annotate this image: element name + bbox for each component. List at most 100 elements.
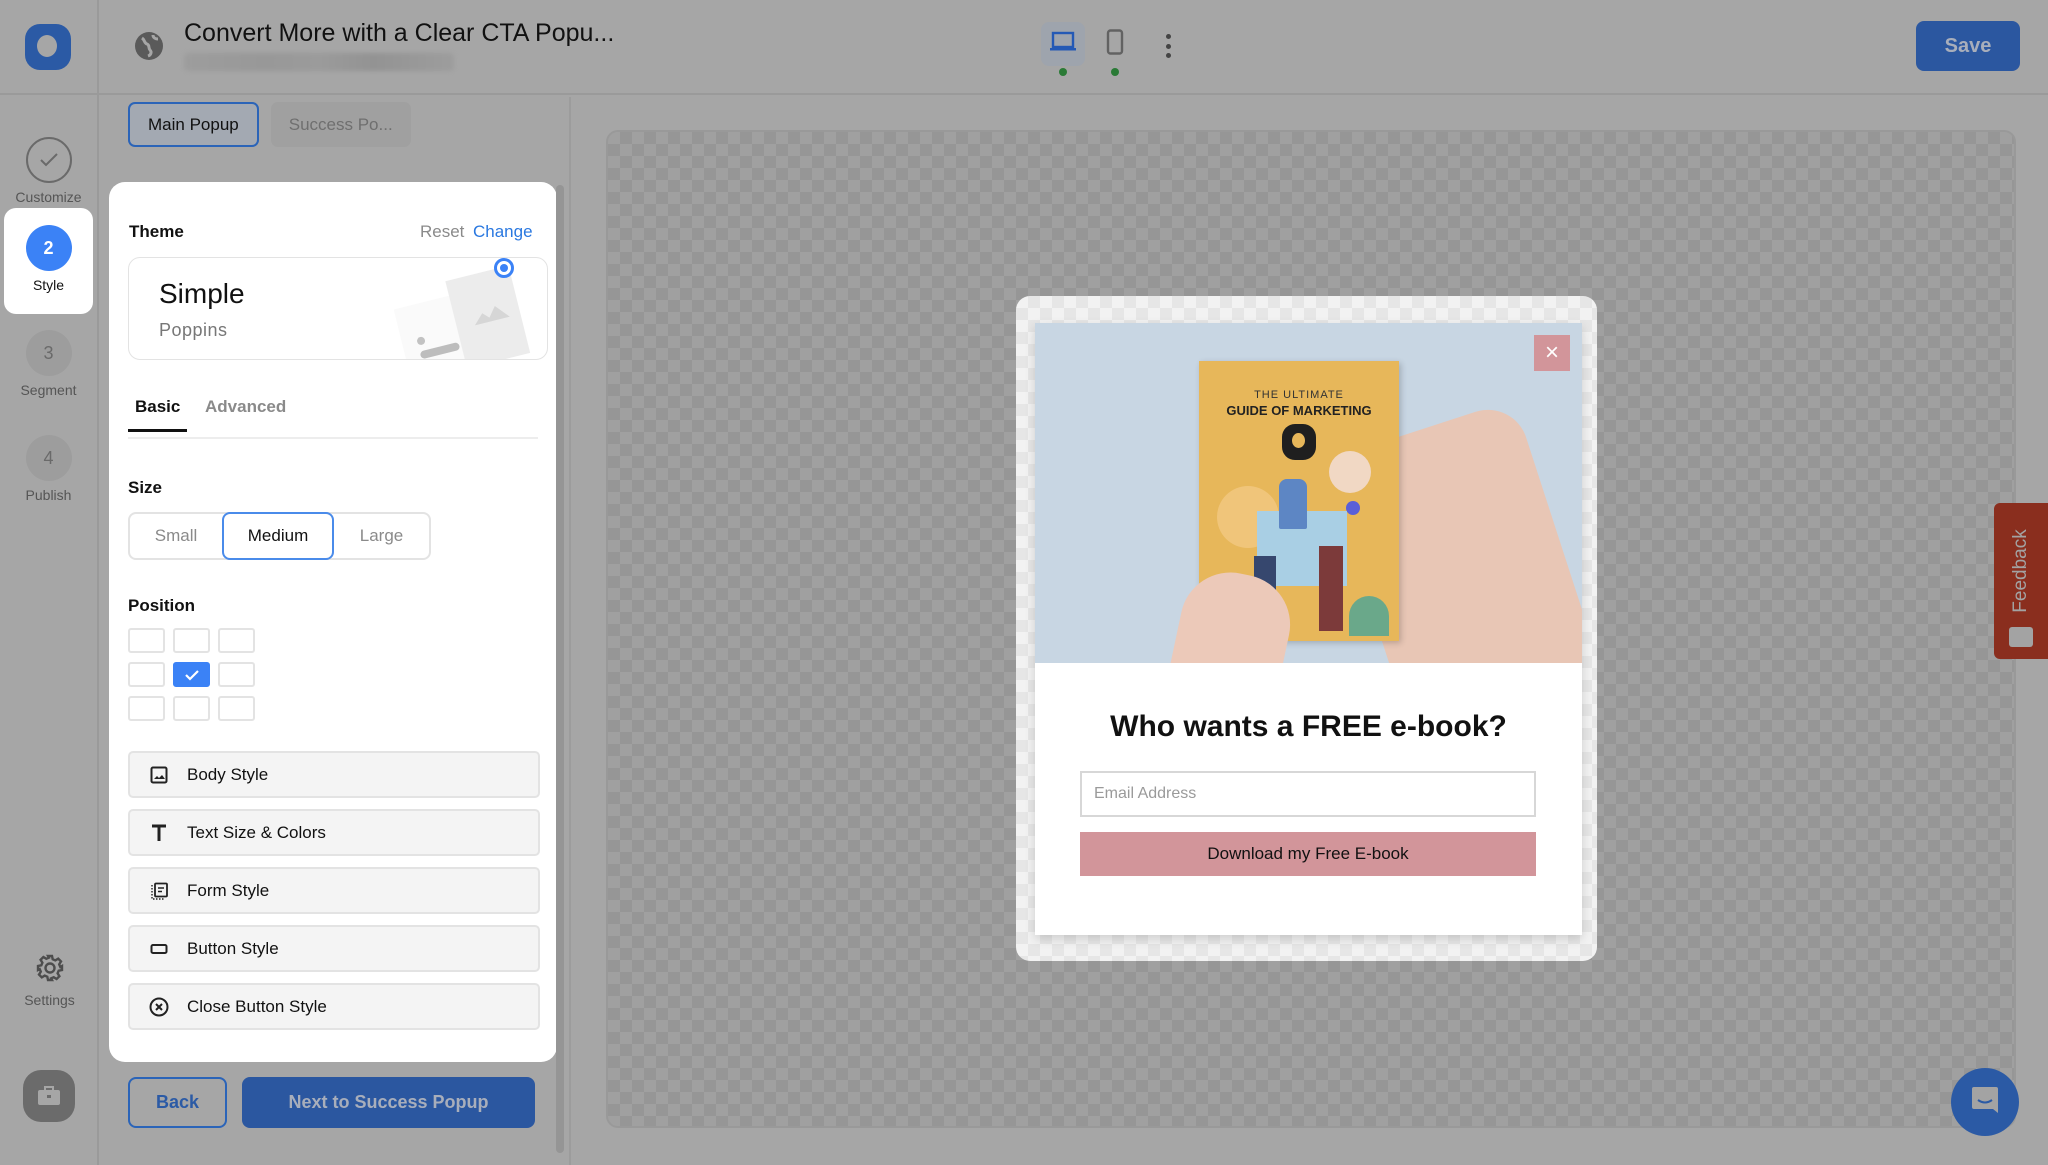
position-middle-right[interactable] — [218, 662, 255, 687]
theme-name: Simple — [159, 278, 245, 309]
theme-label: Theme — [129, 222, 184, 241]
briefcase-icon[interactable] — [23, 1070, 75, 1122]
save-button[interactable]: Save — [1916, 21, 2020, 71]
button-icon — [148, 938, 170, 960]
book-art — [1346, 501, 1360, 515]
app-logo[interactable] — [25, 24, 71, 70]
book-subtitle: THE ULTIMATE — [1254, 389, 1344, 401]
email-input[interactable] — [1080, 771, 1536, 817]
accordion-label: Text Size & Colors — [187, 822, 326, 842]
settings-button[interactable]: Settings — [0, 953, 99, 1008]
reset-link[interactable]: Reset — [420, 222, 464, 242]
theme-card[interactable]: Simple Poppins — [128, 257, 548, 360]
theme-thumbnail — [393, 265, 534, 359]
position-bottom-left[interactable] — [128, 696, 165, 721]
tab-main-popup[interactable]: Main Popup — [128, 102, 259, 147]
phone-icon — [1106, 28, 1124, 60]
back-button[interactable]: Back — [128, 1077, 227, 1128]
position-top-left[interactable] — [128, 628, 165, 653]
accordion-button-style[interactable]: Button Style — [128, 925, 540, 972]
feedback-label: Feedback — [2010, 529, 2031, 613]
globe-icon — [133, 30, 165, 62]
accordion-text-size-colors[interactable]: Text Size & Colors — [128, 809, 540, 856]
panel-scrollbar[interactable] — [556, 185, 564, 1153]
step-number: 2 — [25, 225, 72, 271]
accordion-label: Close Button Style — [187, 996, 327, 1016]
accordion-close-button-style[interactable]: Close Button Style — [128, 983, 540, 1030]
position-bottom-right[interactable] — [218, 696, 255, 721]
step-label: Segment — [20, 382, 77, 398]
position-label: Position — [128, 596, 196, 615]
check-icon — [25, 137, 72, 183]
accordion-form-style[interactable]: Form Style — [128, 867, 540, 914]
hero-image: THE ULTIMATE GUIDE OF MARKETING × — [1035, 323, 1582, 663]
book-art — [1349, 596, 1389, 636]
step-label: Publish — [25, 487, 72, 503]
chat-icon — [1969, 1084, 2001, 1121]
popup-preview: THE ULTIMATE GUIDE OF MARKETING × Who wa… — [1035, 323, 1582, 935]
desktop-view-button[interactable] — [1041, 22, 1085, 76]
step-publish[interactable]: 4 Publish — [4, 418, 93, 524]
size-selector: Small Medium Large — [128, 512, 431, 560]
popup-close-button[interactable]: × — [1534, 335, 1570, 371]
book-title: GUIDE OF MARKETING — [1226, 403, 1372, 418]
accordion-body-style[interactable]: Body Style — [128, 751, 540, 798]
style-card: Theme Reset Change Simple Poppins Basic … — [109, 182, 557, 1062]
position-middle-left[interactable] — [128, 662, 165, 687]
size-small[interactable]: Small — [130, 512, 222, 560]
close-circle-icon — [148, 996, 170, 1018]
check-icon — [184, 669, 199, 681]
size-large[interactable]: Large — [334, 512, 429, 560]
change-theme-link[interactable]: Change — [473, 222, 533, 242]
position-top-center[interactable] — [173, 628, 210, 653]
step-number: 4 — [25, 435, 72, 481]
mobile-status-dot — [1111, 68, 1119, 76]
top-bar: Convert More with a Clear CTA Popu... Sa… — [0, 0, 2048, 95]
style-panel: Main Popup Success Po... Theme Reset Cha… — [101, 97, 569, 1165]
accordion-label: Body Style — [187, 764, 269, 784]
next-to-success-popup-button[interactable]: Next to Success Popup — [242, 1077, 535, 1128]
step-sidebar: Customize 2 Style 3 Segment 4 Publish Se… — [0, 95, 99, 1165]
position-grid — [128, 628, 255, 721]
popup-headline: Who wants a FREE e-book? — [1110, 710, 1507, 743]
image-icon — [148, 764, 170, 786]
kebab-menu-icon[interactable] — [1160, 34, 1176, 58]
theme-selected-radio — [494, 258, 514, 278]
gear-icon — [35, 953, 65, 988]
text-icon — [148, 822, 170, 844]
step-label: Style — [32, 277, 65, 293]
download-ebook-button[interactable]: Download my Free E-book — [1080, 832, 1536, 876]
step-style[interactable]: 2 Style — [4, 208, 93, 314]
position-center[interactable] — [173, 662, 210, 687]
laptop-icon — [1049, 30, 1077, 59]
accordion-label: Button Style — [187, 938, 279, 958]
settings-label: Settings — [24, 992, 75, 1008]
mobile-view-button[interactable] — [1093, 22, 1137, 76]
step-segment[interactable]: 3 Segment — [4, 313, 93, 419]
size-medium[interactable]: Medium — [222, 512, 334, 560]
accordion-label: Form Style — [187, 880, 270, 900]
book-logo — [1282, 424, 1316, 460]
popup-tabs: Main Popup Success Po... — [128, 102, 411, 147]
step-label: Customize — [15, 189, 82, 205]
form-icon — [148, 880, 170, 902]
chat-launcher[interactable] — [1951, 1068, 2019, 1136]
popup-preview-wrapper: THE ULTIMATE GUIDE OF MARKETING × Who wa… — [1016, 296, 1597, 961]
smiley-icon — [2009, 627, 2033, 647]
tab-success-popup[interactable]: Success Po... — [270, 102, 411, 147]
size-label: Size — [128, 478, 163, 497]
position-bottom-center[interactable] — [173, 696, 210, 721]
theme-font: Poppins — [159, 320, 228, 340]
logo-cell — [0, 0, 99, 95]
book-art — [1319, 546, 1343, 631]
book-art — [1329, 451, 1371, 493]
popup-url-blurred — [184, 53, 454, 71]
tab-basic[interactable]: Basic — [128, 397, 188, 432]
book-art — [1279, 479, 1307, 529]
step-number: 3 — [25, 330, 72, 376]
tab-advanced[interactable]: Advanced — [205, 397, 286, 429]
feedback-tab[interactable]: Feedback — [1994, 503, 2048, 659]
popup-title[interactable]: Convert More with a Clear CTA Popu... — [184, 19, 614, 48]
position-top-right[interactable] — [218, 628, 255, 653]
desktop-status-dot — [1059, 68, 1067, 76]
